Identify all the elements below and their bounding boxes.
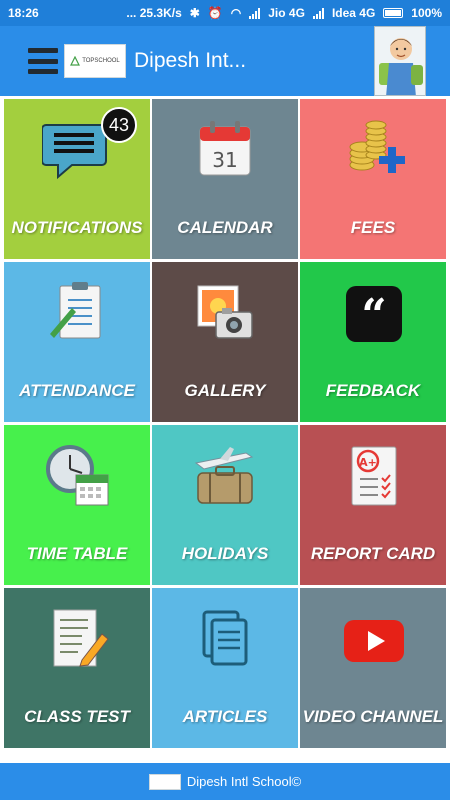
tile-label: HOLIDAYS [181,544,269,563]
signal-icon-2 [312,7,324,19]
tile-feedback[interactable]: “ FEEDBACK [300,262,446,422]
svg-text:A+: A+ [359,456,377,469]
tile-label: VIDEO CHANNEL [302,707,444,726]
svg-text:“: “ [361,290,386,341]
calendar-icon: 31 [199,121,251,176]
alarm-icon: ⏰ [207,6,223,20]
logo-triangle-icon [70,56,81,66]
tile-label: ARTICLES [182,707,268,726]
tile-report-card[interactable]: A+ REPORT CARD [300,425,446,585]
fees-icon [349,120,405,173]
video-channel-icon [344,620,404,662]
battery-level: 100% [411,6,442,20]
tile-calendar[interactable]: 31 CALENDAR [152,99,298,259]
class-test-icon [53,609,109,667]
tile-time-table[interactable]: TIME TABLE [4,425,150,585]
footer: Dipesh Intl School© [0,763,450,800]
holidays-icon [194,447,254,504]
report-card-icon: A+ [351,446,397,506]
calendar-day: 31 [212,148,237,172]
carrier-2: Idea 4G [331,6,376,20]
tile-gallery[interactable]: GALLERY [152,262,298,422]
tile-video-channel[interactable]: VIDEO CHANNEL [300,588,446,748]
tile-fees[interactable]: FEES [300,99,446,259]
tile-class-test[interactable]: CLASS TEST [4,588,150,748]
tile-holidays[interactable]: HOLIDAYS [152,425,298,585]
menu-icon[interactable] [28,48,58,74]
wifi-icon: ◠ [230,6,242,20]
tile-notifications[interactable]: 43 NOTIFICATIONS [4,99,150,259]
tile-label: ATTENDANCE [19,381,135,400]
tile-label: CLASS TEST [24,707,130,726]
tile-label: NOTIFICATIONS [11,218,143,237]
bluetooth-icon: ✱ [189,6,200,20]
tile-label: FEES [350,218,396,237]
footer-logo [148,773,181,790]
student-avatar[interactable] [374,26,426,96]
school-logo: TOPSCHOOL [64,44,126,78]
carrier-1: Jio 4G [268,6,305,20]
tile-articles[interactable]: ARTICLES [152,588,298,748]
tile-label: GALLERY [184,381,266,400]
articles-icon [202,610,248,666]
status-bar: 18:26 ... 25.3K/s ✱ ⏰ ◠ Jio 4G Idea 4G 1… [0,0,450,26]
tile-label: CALENDAR [177,218,273,237]
signal-icon [249,7,261,19]
app-title: Dipesh Int... [134,49,247,72]
tile-label: FEEDBACK [325,381,421,400]
footer-text: Dipesh Intl School© [186,774,302,789]
battery-icon [383,8,404,18]
tile-attendance[interactable]: ATTENDANCE [4,262,150,422]
data-speed: ... 25.3K/s [126,6,182,20]
tile-label: REPORT CARD [310,544,436,563]
notification-count-badge: 43 [101,107,137,143]
timetable-icon [46,445,109,506]
gallery-icon [197,285,253,339]
status-time: 18:26 [8,6,39,20]
feedback-icon: “ [346,286,402,342]
attendance-icon [50,282,101,339]
tile-label: TIME TABLE [26,544,128,563]
dashboard-grid: 43 NOTIFICATIONS 31 CALENDAR FEES ATTEND… [4,99,446,748]
app-bar: TOPSCHOOL Dipesh Int... [0,26,450,96]
